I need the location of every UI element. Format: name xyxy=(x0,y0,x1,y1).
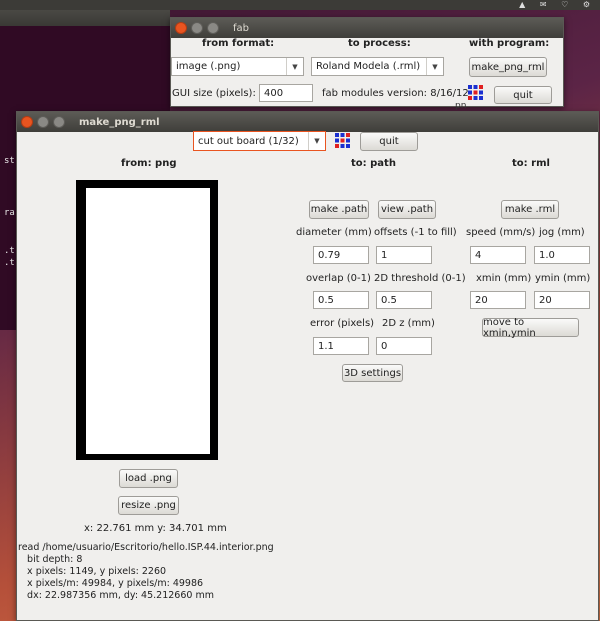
info-line: read /home/usuario/Escritorio/hello.ISP.… xyxy=(18,542,274,553)
jog-input[interactable]: 1.0 xyxy=(534,246,590,264)
gui-size-label: GUI size (pixels): xyxy=(172,88,256,99)
terminal-titlebar xyxy=(0,10,170,26)
close-icon[interactable] xyxy=(21,116,33,128)
diameter-input[interactable]: 0.79 xyxy=(313,246,369,264)
make-path-button[interactable]: make .path xyxy=(309,200,369,219)
xmin-label: xmin (mm) xyxy=(476,273,532,284)
view-path-button[interactable]: view .path xyxy=(378,200,436,219)
window-title: make_png_rml xyxy=(79,116,160,128)
z2d-label: 2D z (mm) xyxy=(382,318,435,329)
make-quit-button[interactable]: quit xyxy=(360,132,418,151)
cursor-coords: x: 22.761 mm y: 34.701 mm xyxy=(84,523,227,534)
speed-label: speed (mm/s) xyxy=(466,227,536,238)
window-title: fab xyxy=(233,22,249,34)
top-panel xyxy=(0,0,600,10)
overlap-input[interactable]: 0.5 xyxy=(313,291,369,309)
process-select[interactable]: cut out board (1/32) ▼ xyxy=(193,131,326,151)
terminal-line: ra xyxy=(4,208,15,218)
speed-input[interactable]: 4 xyxy=(470,246,526,264)
load-png-button[interactable]: load .png xyxy=(119,469,178,488)
version-label: fab modules version: 8/16/12 xyxy=(322,88,469,99)
make-rml-button[interactable]: make .rml xyxy=(501,200,559,219)
error-input[interactable]: 1.1 xyxy=(313,337,369,355)
fab-quit-button[interactable]: quit xyxy=(494,86,552,104)
jog-label: jog (mm) xyxy=(539,227,585,238)
to-process-label: to process: xyxy=(348,38,411,49)
chevron-down-icon: ▼ xyxy=(308,132,325,150)
ymin-label: ymin (mm) xyxy=(535,273,591,284)
move-to-xmin-ymin-button[interactable]: move to xmin,ymin xyxy=(482,317,579,339)
close-icon[interactable] xyxy=(175,22,187,34)
from-format-label: from format: xyxy=(202,38,275,49)
indicator-icons[interactable]: ▲ ✉ ♡ ⚙ xyxy=(519,0,596,10)
to-path-label: to: path xyxy=(351,158,396,169)
ymin-input[interactable]: 20 xyxy=(534,291,590,309)
chevron-down-icon: ▼ xyxy=(426,58,443,75)
fab-logo-icon xyxy=(468,85,483,100)
error-label: error (pixels) xyxy=(310,318,375,329)
from-png-label: from: png xyxy=(121,158,177,169)
diameter-label: diameter (mm) xyxy=(296,227,372,238)
with-program-label: with program: xyxy=(469,38,550,49)
maximize-icon[interactable] xyxy=(53,116,65,128)
to-rml-label: to: rml xyxy=(512,158,550,169)
xmin-input[interactable]: 20 xyxy=(470,291,526,309)
info-line: dx: 22.987356 mm, dy: 45.212660 mm xyxy=(18,590,214,601)
minimize-icon[interactable] xyxy=(37,116,49,128)
fab-titlebar[interactable]: fab xyxy=(171,18,563,38)
threshold-label: 2D threshold (0-1) xyxy=(374,273,466,284)
from-format-select[interactable]: image (.png) ▼ xyxy=(171,57,304,76)
file-info: read /home/usuario/Escritorio/hello.ISP.… xyxy=(18,542,274,602)
info-line: bit depth: 8 xyxy=(18,554,83,565)
offsets-input[interactable]: 1 xyxy=(376,246,432,264)
terminal-line: st xyxy=(4,156,15,166)
png-preview-interior xyxy=(86,188,210,454)
resize-png-button[interactable]: resize .png xyxy=(118,496,179,515)
offsets-label: offsets (-1 to fill) xyxy=(374,227,457,238)
program-button[interactable]: make_png_rml xyxy=(469,57,547,77)
gui-size-input[interactable]: 400 xyxy=(259,84,313,102)
chevron-down-icon: ▼ xyxy=(286,58,303,75)
z2d-input[interactable]: 0 xyxy=(376,337,432,355)
minimize-icon[interactable] xyxy=(191,22,203,34)
threshold-input[interactable]: 0.5 xyxy=(376,291,432,309)
maximize-icon[interactable] xyxy=(207,22,219,34)
to-process-select[interactable]: Roland Modela (.rml) ▼ xyxy=(311,57,444,76)
make-titlebar[interactable]: make_png_rml xyxy=(17,112,598,132)
fab-window-fragment: pn xyxy=(455,101,467,111)
3d-settings-button[interactable]: 3D settings xyxy=(342,364,403,382)
info-line: x pixels/m: 49984, y pixels/m: 49986 xyxy=(18,578,204,589)
overlap-label: overlap (0-1) xyxy=(306,273,371,284)
info-line: x pixels: 1149, y pixels: 2260 xyxy=(18,566,167,577)
fab-logo-icon xyxy=(335,133,350,148)
